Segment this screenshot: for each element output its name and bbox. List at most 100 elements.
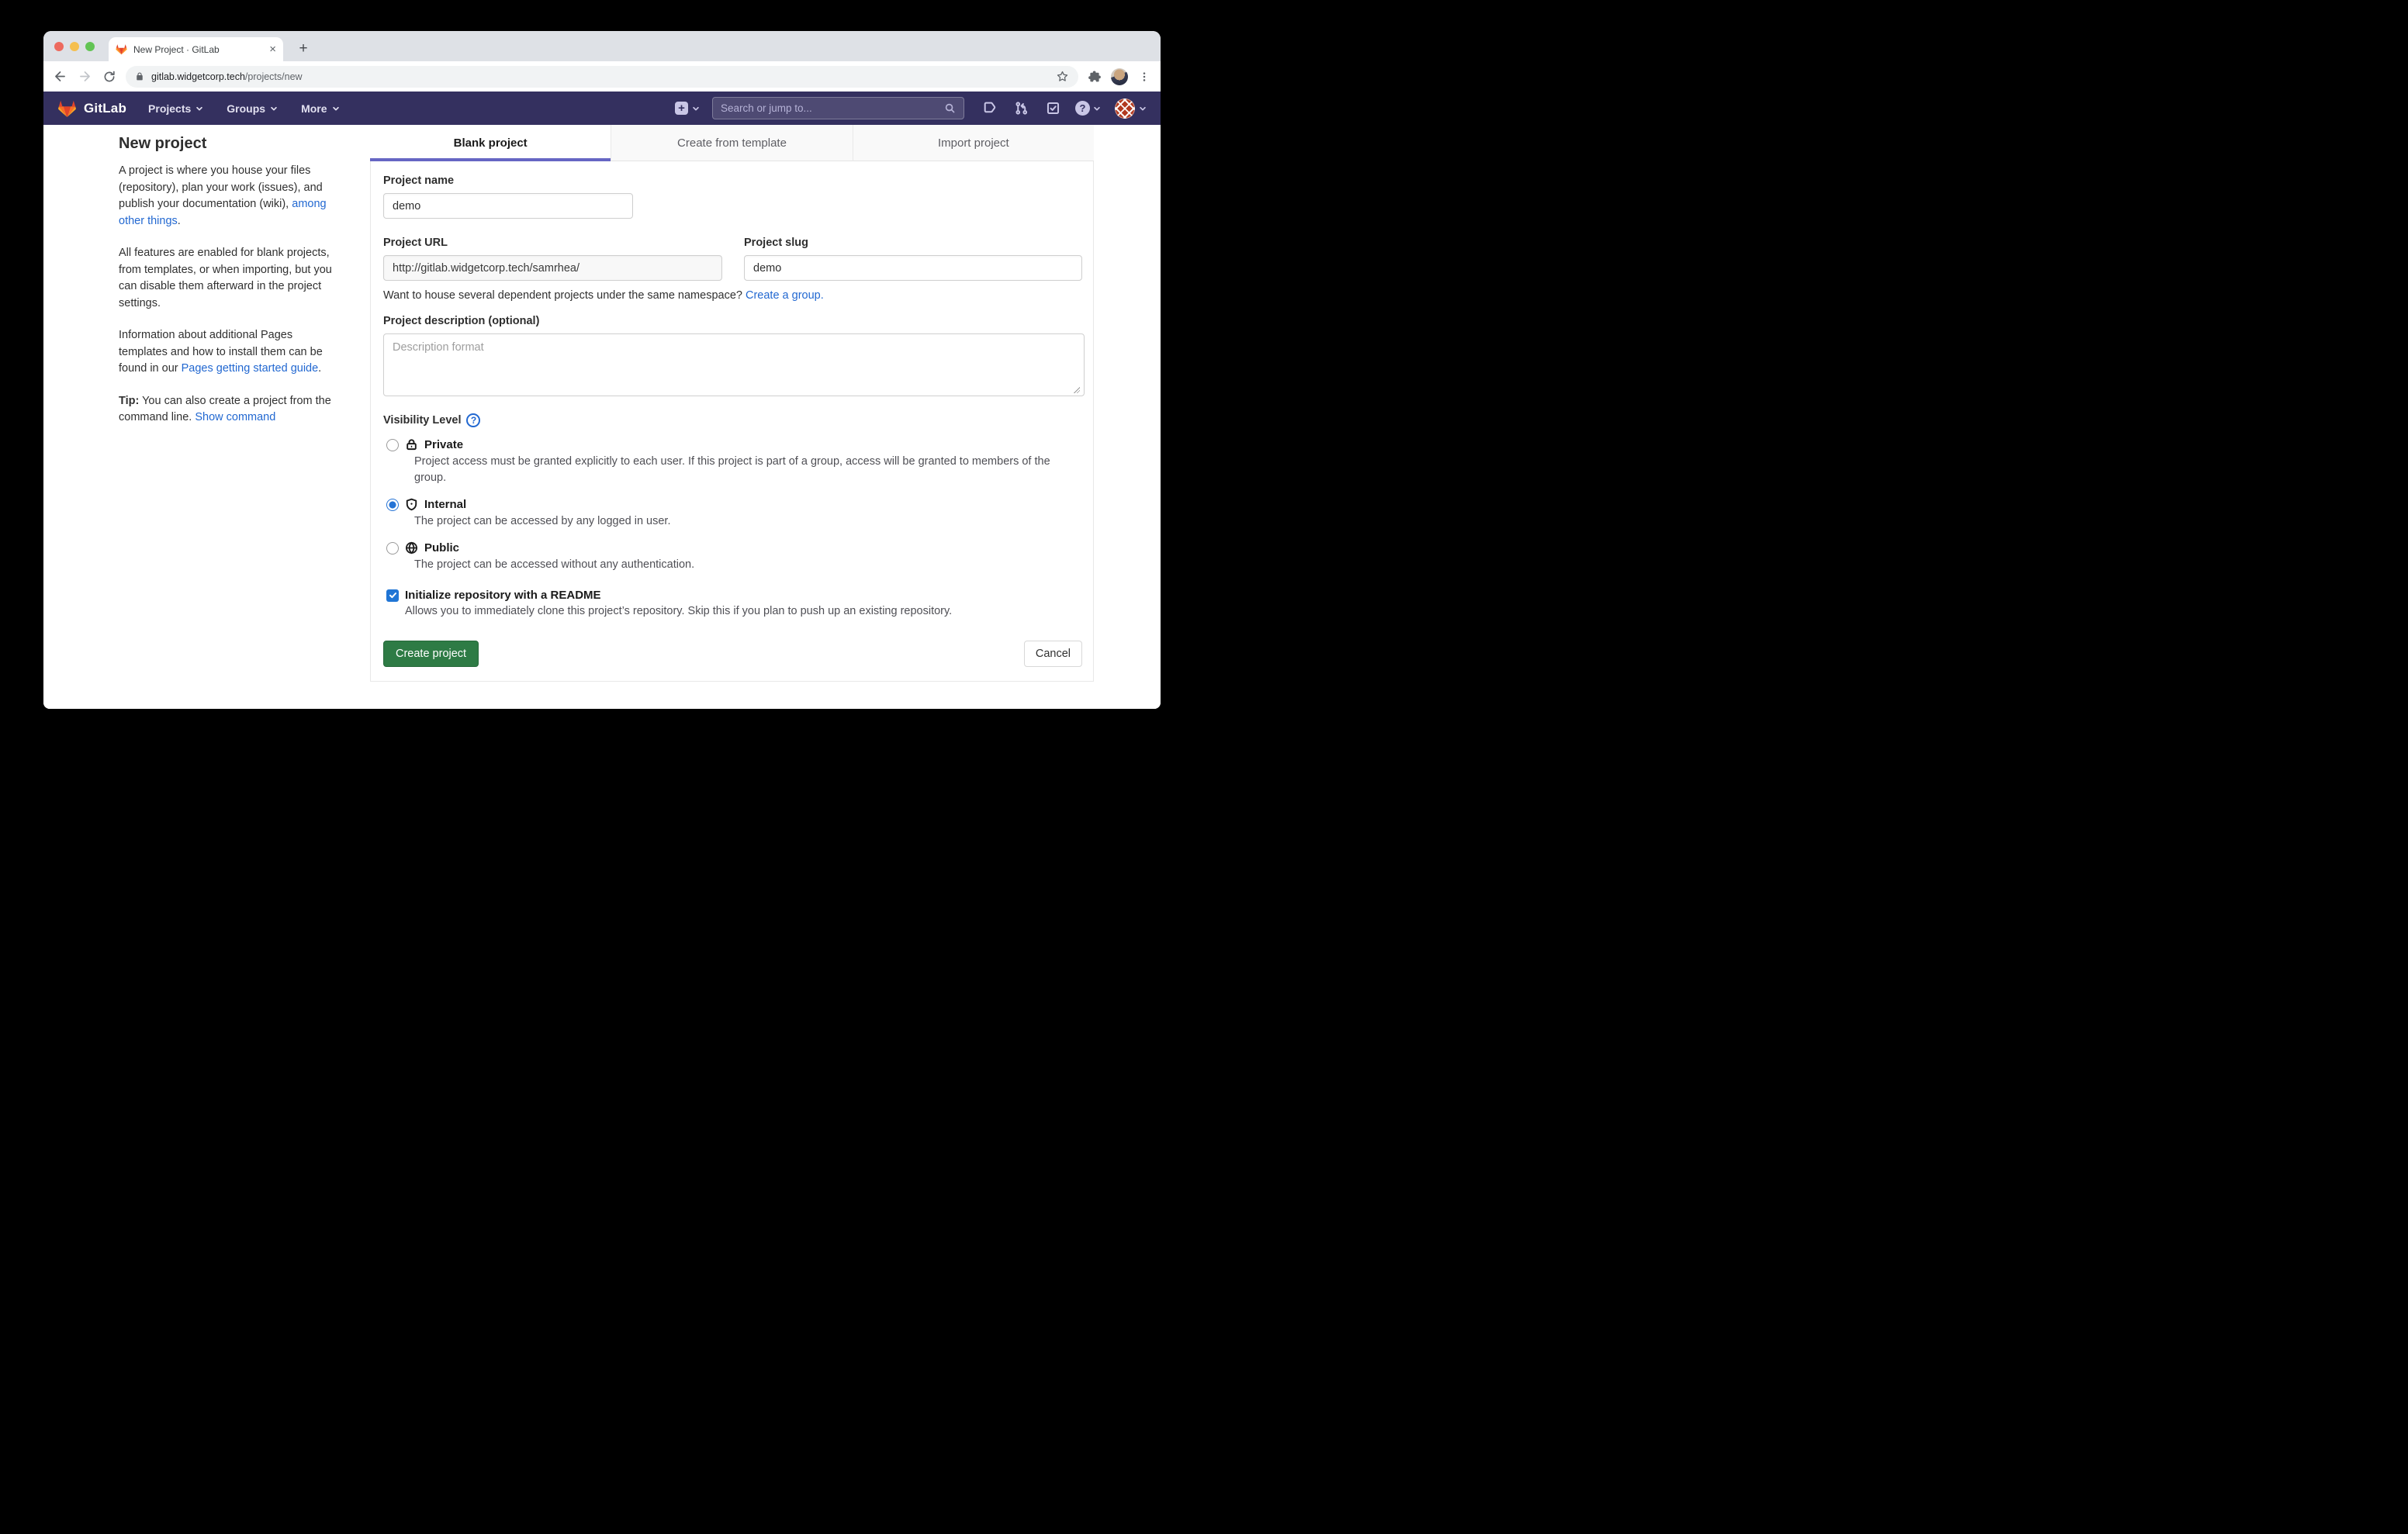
cancel-button[interactable]: Cancel (1024, 641, 1082, 667)
readme-description: Allows you to immediately clone this pro… (405, 605, 1082, 617)
project-slug-field[interactable] (744, 255, 1082, 281)
visibility-help-icon[interactable]: ? (466, 413, 480, 427)
help-icon: ? (1075, 101, 1090, 116)
url-host: gitlab.widgetcorp.tech (151, 71, 245, 82)
new-project-page: New project A project is where you house… (43, 125, 1161, 709)
close-window-button[interactable] (54, 42, 64, 51)
visibility-level-label: Visibility Level (383, 414, 461, 427)
new-tab-button[interactable]: + (293, 39, 313, 59)
nav-menu-projects[interactable]: Projects (148, 102, 203, 115)
url-path: /projects/new (245, 71, 303, 82)
pages-guide-link[interactable]: Pages getting started guide (182, 362, 319, 375)
search-placeholder: Search or jump to... (721, 102, 944, 114)
gitlab-brand-name: GitLab (84, 101, 126, 116)
internal-radio[interactable] (386, 499, 399, 511)
project-type-tabs: Blank project Create from template Impor… (370, 125, 1094, 161)
resize-grip-icon[interactable] (1073, 386, 1080, 393)
internal-option-description: The project can be accessed by any logge… (414, 513, 1081, 530)
new-item-dropdown[interactable]: + (675, 102, 700, 115)
sidebar-paragraph-2: All features are enabled for blank proje… (119, 245, 342, 312)
chevron-down-icon (332, 105, 340, 112)
page-sidebar: New project A project is where you house… (119, 135, 342, 442)
chevron-down-icon (270, 105, 278, 112)
search-input[interactable]: Search or jump to... (712, 97, 964, 119)
private-option-label[interactable]: Private (424, 438, 463, 451)
tab-create-from-template[interactable]: Create from template (611, 125, 852, 161)
visibility-option-private: Private Project access must be granted e… (383, 438, 1082, 486)
window-controls (54, 42, 95, 51)
readme-section: Initialize repository with a README Allo… (383, 589, 1082, 617)
nav-menu-more[interactable]: More (301, 102, 339, 115)
bookmark-star-icon[interactable] (1056, 70, 1069, 83)
project-description-field[interactable] (383, 333, 1085, 396)
lock-secure-icon (135, 71, 144, 81)
nav-menu-label: More (301, 102, 327, 115)
help-menu[interactable]: ? (1075, 101, 1101, 116)
internal-option-label[interactable]: Internal (424, 498, 466, 511)
plus-icon: + (675, 102, 688, 115)
chevron-down-icon (1139, 105, 1147, 112)
sidebar-paragraph-3: Information about additional Pages templ… (119, 327, 342, 378)
shield-icon (405, 498, 418, 511)
globe-icon (405, 541, 418, 555)
new-project-panel: Blank project Create from template Impor… (370, 125, 1094, 682)
browser-tab[interactable]: New Project · GitLab × (109, 37, 283, 61)
chevron-down-icon (195, 105, 203, 112)
project-url-field[interactable] (383, 255, 722, 281)
browser-menu-dots-icon[interactable] (1136, 68, 1153, 85)
tip-label: Tip: (119, 395, 139, 407)
url-text: gitlab.widgetcorp.tech/projects/new (151, 71, 303, 82)
chevron-down-icon (1093, 105, 1101, 112)
project-name-label: Project name (383, 174, 1082, 187)
gitlab-tanuki-icon (57, 99, 77, 118)
browser-toolbar: gitlab.widgetcorp.tech/projects/new (43, 61, 1161, 92)
tab-blank-project[interactable]: Blank project (370, 125, 611, 161)
merge-requests-icon[interactable] (1012, 99, 1030, 118)
zoom-window-button[interactable] (85, 42, 95, 51)
public-radio[interactable] (386, 542, 399, 555)
address-bar[interactable]: gitlab.widgetcorp.tech/projects/new (126, 66, 1078, 88)
minimize-window-button[interactable] (70, 42, 79, 51)
user-menu[interactable] (1115, 98, 1147, 119)
public-option-label[interactable]: Public (424, 541, 459, 555)
tab-import-project[interactable]: Import project (853, 125, 1094, 161)
project-slug-label: Project slug (744, 237, 1082, 249)
back-button[interactable] (51, 68, 68, 85)
todos-icon[interactable] (1043, 99, 1062, 118)
check-icon (389, 591, 397, 599)
extensions-puzzle-icon[interactable] (1086, 68, 1103, 85)
blank-project-form: Project name Project URL Project slug Wa… (370, 161, 1094, 682)
lock-icon (405, 438, 418, 451)
form-actions: Create project Cancel (383, 641, 1082, 667)
tab-close-icon[interactable]: × (269, 43, 276, 55)
namespace-helper: Want to house several dependent projects… (383, 289, 1082, 302)
private-radio[interactable] (386, 439, 399, 451)
forward-button[interactable] (76, 68, 93, 85)
gitlab-favicon-icon (116, 43, 127, 55)
readme-label[interactable]: Initialize repository with a README (405, 589, 601, 602)
visibility-option-internal: Internal The project can be accessed by … (383, 498, 1082, 530)
browser-window: New Project · GitLab × + gitlab.widgetco… (43, 31, 1161, 709)
project-description-label: Project description (optional) (383, 315, 1082, 327)
reload-button[interactable] (101, 68, 118, 85)
chevron-down-icon (692, 105, 700, 112)
issues-icon[interactable] (980, 99, 998, 118)
gitlab-navbar: GitLab Projects Groups More + Search or … (43, 92, 1161, 125)
readme-checkbox[interactable] (386, 589, 399, 602)
create-a-group-link[interactable]: Create a group. (746, 289, 824, 302)
create-project-button[interactable]: Create project (383, 641, 479, 667)
user-avatar (1115, 98, 1135, 119)
nav-menu-groups[interactable]: Groups (227, 102, 278, 115)
sidebar-paragraph-1: A project is where you house your files … (119, 163, 342, 230)
visibility-option-public: Public The project can be accessed witho… (383, 541, 1082, 573)
page-title: New project (119, 135, 342, 153)
browser-profile-avatar[interactable] (1111, 68, 1128, 85)
private-option-description: Project access must be granted explicitl… (414, 454, 1081, 486)
sidebar-tip: Tip: You can also create a project from … (119, 393, 342, 427)
show-command-link[interactable]: Show command (195, 411, 275, 423)
nav-menu-label: Projects (148, 102, 191, 115)
project-url-label: Project URL (383, 237, 722, 249)
project-name-field[interactable] (383, 193, 633, 219)
browser-titlebar: New Project · GitLab × + (43, 31, 1161, 61)
gitlab-logo[interactable]: GitLab (57, 99, 126, 118)
